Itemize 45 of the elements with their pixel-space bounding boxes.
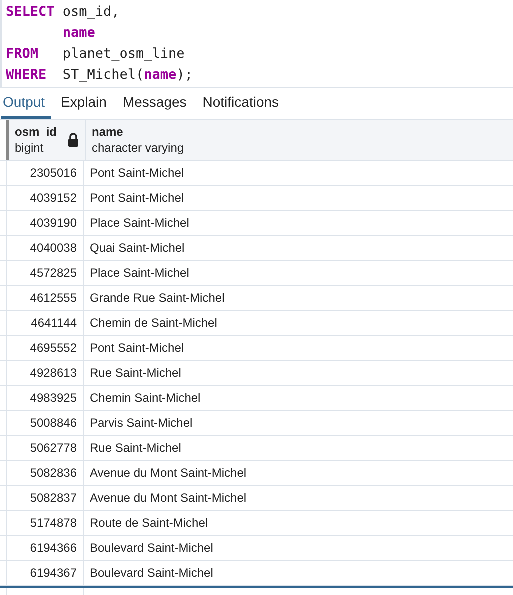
table-cell: 5082837 [7,486,84,510]
tab[interactable]: Explain [59,88,113,119]
table-cell-text: Pont Saint-Michel [89,190,186,207]
table-cell: 4572825 [7,261,84,285]
table-cell: 5062778 [7,436,84,460]
code-line: SELECT osm_id, [6,3,120,22]
column-name: name [92,124,124,140]
table-cell-text: Boulevard Saint-Michel [89,540,214,557]
table-cell-text: Rue Saint-Michel [89,440,182,457]
tab[interactable]: Messages [120,88,193,119]
table-cell-text: Avenue du Mont Saint-Michel [89,465,248,482]
table-cell-text: Chemin de Saint-Michel [89,315,218,332]
table-cell-text: Rue Saint-Michel [89,365,182,382]
table-cell: 6194367 [7,561,84,585]
table-cell-text: Route de Saint-Michel [89,515,210,532]
column-type: character varying [92,140,184,156]
table-cell: 5008846 [7,411,84,435]
table-cell-text: Place Saint-Michel [89,265,190,282]
code-line: WHERE ST_Michel(name); [6,66,193,85]
table-cell: 4040038 [7,236,84,260]
table-cell-text: Parvis Saint-Michel [89,415,194,432]
code-line: FROM planet_osm_line [6,45,185,64]
table-cell: 5174878 [7,511,84,535]
table-cell-text: Boulevard Saint-Michel [89,565,214,582]
table-cell: 4641144 [7,311,84,335]
table-cell: 4928613 [7,361,84,385]
table-cell-text: Pont Saint-Michel [89,165,186,182]
code-line: name [62,24,96,43]
table-cell: 4983925 [7,386,84,410]
column-type: bigint [15,140,45,156]
table-cell-text: Place Saint-Michel [89,215,190,232]
table-cell-text: Quai Saint-Michel [89,240,186,257]
tab[interactable]: Notifications [200,88,286,119]
table-cell-text: Avenue du Mont Saint-Michel [89,490,248,507]
column-name: osm_id [15,124,58,140]
table-cell-text: Grande Rue Saint-Michel [89,290,226,307]
table-cell: 6194366 [7,536,84,560]
table-cell: 4039152 [7,186,84,210]
table-cell-text: Pont Saint-Michel [89,340,186,357]
table-cell: 4612555 [7,286,84,310]
table-cell: 2305016 [7,161,84,185]
table-cell: 5082836 [7,461,84,485]
table-cell: 4039190 [7,211,84,235]
table-cell-text: Chemin Saint-Michel [89,390,202,407]
table-cell: 4695552 [7,336,84,360]
